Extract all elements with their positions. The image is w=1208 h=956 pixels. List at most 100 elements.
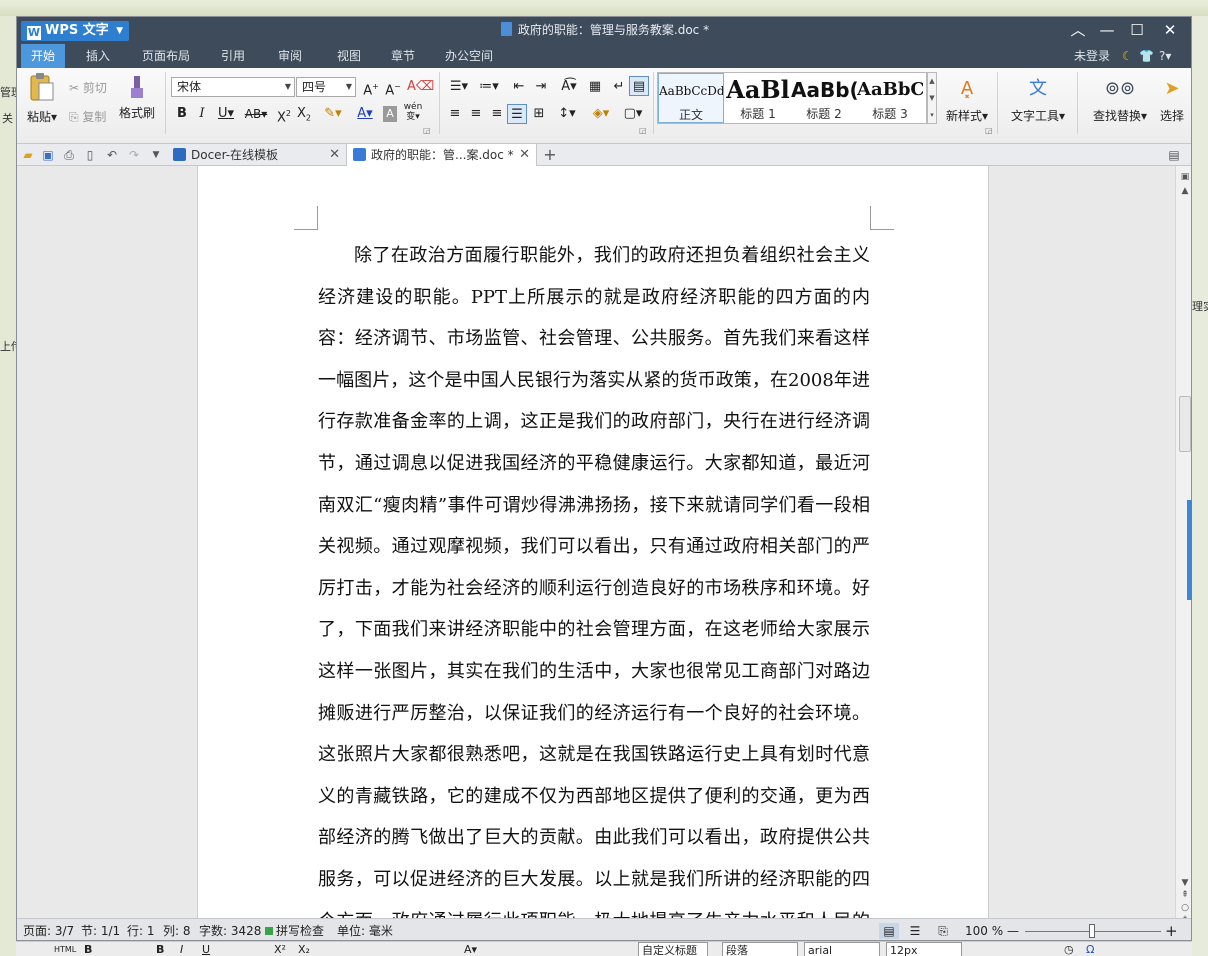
- select-button[interactable]: ➤ 选择: [1157, 74, 1187, 124]
- scroll-down-icon[interactable]: ▼: [1180, 878, 1190, 888]
- spell-check-toggle[interactable]: 拼写检查: [265, 923, 324, 939]
- justify-icon[interactable]: ☰: [507, 104, 527, 124]
- document-page[interactable]: 除了在政治方面履行职能外，我们的政府还担负着组织社会主义经济建设的职能。PPT上…: [197, 166, 989, 932]
- style-heading-3[interactable]: AaBbC 标题 3: [857, 73, 923, 123]
- font-name-select[interactable]: 宋体 ▼: [171, 77, 295, 97]
- show-marks-icon[interactable]: ▤: [629, 76, 649, 96]
- align-right-icon[interactable]: ≡: [487, 104, 507, 124]
- login-status[interactable]: 未登录: [1074, 44, 1110, 68]
- zoom-out-icon[interactable]: —: [1007, 923, 1019, 939]
- page-view-icon[interactable]: ▤: [879, 923, 899, 939]
- tab-home[interactable]: 开始: [21, 44, 66, 68]
- underline-icon[interactable]: U: [202, 942, 210, 956]
- underline-icon[interactable]: U▾: [213, 104, 239, 124]
- split-view-icon[interactable]: ▣: [1180, 172, 1190, 182]
- cut-button[interactable]: ✂ 剪切: [69, 79, 107, 96]
- italic-icon[interactable]: I: [193, 104, 211, 124]
- text-tools-button[interactable]: 文 文字工具▾: [1007, 74, 1069, 124]
- highlight-icon[interactable]: ✎▾: [319, 104, 347, 124]
- collapse-ribbon-button[interactable]: ︿: [1063, 17, 1093, 44]
- line-spacing-icon[interactable]: ↕▾: [553, 104, 581, 124]
- open-folder-icon[interactable]: ▰: [21, 148, 35, 162]
- help-button[interactable]: ?▾: [1159, 44, 1171, 68]
- char-shading-icon[interactable]: A: [383, 106, 397, 122]
- scroll-up-icon[interactable]: ▲: [1180, 186, 1190, 196]
- redo-icon[interactable]: ↷: [127, 148, 141, 162]
- size-select[interactable]: 12px: [886, 942, 962, 956]
- tab-office-space[interactable]: 办公空间: [435, 44, 503, 68]
- close-tab-icon[interactable]: ✕: [519, 144, 530, 166]
- scrollbar-thumb[interactable]: [1179, 396, 1191, 452]
- close-button[interactable]: ✕: [1155, 17, 1185, 44]
- side-panel-handle[interactable]: [1187, 500, 1192, 600]
- style-normal[interactable]: AaBbCcDd 正文: [658, 73, 724, 123]
- subscript-icon[interactable]: X₂: [298, 942, 310, 956]
- tab-references[interactable]: 引用: [211, 44, 255, 68]
- paragraph-select[interactable]: 段落: [722, 942, 798, 956]
- omega-icon[interactable]: Ω: [1086, 942, 1094, 956]
- align-left-icon[interactable]: ≡: [445, 104, 465, 124]
- prev-page-icon[interactable]: ⇞: [1180, 890, 1190, 900]
- increase-indent-icon[interactable]: ⇥: [531, 77, 551, 97]
- clear-format-icon[interactable]: A⌫: [407, 77, 434, 97]
- paste-button[interactable]: 粘贴▾: [23, 72, 61, 125]
- web-view-icon[interactable]: ⎘: [933, 923, 953, 939]
- tab-review[interactable]: 审阅: [268, 44, 312, 68]
- minimize-button[interactable]: —: [1092, 17, 1122, 44]
- status-unit[interactable]: 单位: 毫米: [337, 923, 393, 939]
- tab-insert[interactable]: 插入: [76, 44, 120, 68]
- wps-app-menu-button[interactable]: W WPS 文字 ▼: [21, 21, 129, 41]
- styles-scroll-icon[interactable]: ▲ ▼ ▾: [927, 72, 937, 124]
- zoom-in-icon[interactable]: +: [1165, 923, 1178, 939]
- strikethrough-icon[interactable]: AB▾: [241, 104, 271, 124]
- decrease-indent-icon[interactable]: ⇤: [509, 77, 529, 97]
- moon-icon[interactable]: ☾: [1122, 44, 1133, 68]
- distribute-icon[interactable]: ⊞: [529, 104, 549, 124]
- font-color-icon[interactable]: A▾: [351, 104, 379, 124]
- italic-icon[interactable]: I: [180, 942, 183, 956]
- status-word-count[interactable]: 字数: 3428: [199, 923, 261, 939]
- align-center-icon[interactable]: ≡: [466, 104, 486, 124]
- paragraph-mark-icon[interactable]: ↵: [609, 77, 629, 97]
- find-replace-button[interactable]: ⊚⊚ 查找替换▾: [1087, 74, 1153, 124]
- customize-qat-icon[interactable]: ▼: [149, 148, 163, 162]
- tab-view[interactable]: 视图: [327, 44, 371, 68]
- subscript-icon[interactable]: X2: [295, 104, 313, 124]
- style-heading-1[interactable]: AaBl 标题 1: [725, 73, 791, 123]
- zoom-slider-handle[interactable]: [1089, 924, 1095, 938]
- print-icon[interactable]: ⎙: [62, 148, 76, 162]
- clock-icon[interactable]: ◷: [1064, 942, 1074, 956]
- font-dialog-launcher-icon[interactable]: ◲: [423, 126, 431, 135]
- table-grid-icon[interactable]: ▦: [585, 77, 605, 97]
- numbered-list-icon[interactable]: ≔▾: [475, 77, 503, 97]
- save-icon[interactable]: ▣: [41, 148, 55, 162]
- bold-icon[interactable]: B: [84, 942, 92, 956]
- bold-icon[interactable]: B: [156, 942, 164, 956]
- skin-icon[interactable]: 👕: [1139, 44, 1154, 68]
- zoom-level[interactable]: 100 %: [965, 923, 1003, 939]
- tab-list-icon[interactable]: ▤: [1167, 148, 1181, 162]
- text-direction-icon[interactable]: A͡▾: [555, 77, 583, 97]
- styles-dialog-launcher-icon[interactable]: ◲: [985, 126, 993, 135]
- grow-font-icon[interactable]: A+: [361, 77, 381, 98]
- html-source-button[interactable]: HTML: [54, 942, 76, 956]
- style-heading-2[interactable]: AaBb( 标题 2: [791, 73, 857, 123]
- superscript-icon[interactable]: X2: [275, 104, 293, 125]
- tab-current-document[interactable]: 政府的职能：管...案.doc * ✕: [347, 144, 537, 166]
- select-browse-object-icon[interactable]: ○: [1180, 903, 1190, 913]
- shrink-font-icon[interactable]: A−: [383, 77, 403, 98]
- tab-chapter[interactable]: 章节: [381, 44, 425, 68]
- copy-button[interactable]: ⎘ 复制: [69, 108, 106, 125]
- superscript-icon[interactable]: X²: [274, 942, 286, 956]
- new-tab-icon[interactable]: +: [543, 147, 557, 163]
- format-painter-button[interactable]: 格式刷: [117, 74, 157, 121]
- shading-icon[interactable]: ◈▾: [587, 104, 615, 124]
- font-select[interactable]: arial: [804, 942, 880, 956]
- close-tab-icon[interactable]: ✕: [329, 144, 340, 166]
- maximize-button[interactable]: ☐: [1122, 17, 1152, 44]
- paragraph-dialog-launcher-icon[interactable]: ◲: [639, 126, 647, 135]
- heading-select[interactable]: 自定义标题: [638, 942, 708, 956]
- undo-icon[interactable]: ↶: [105, 148, 119, 162]
- print-preview-icon[interactable]: ▯: [83, 148, 97, 162]
- new-style-button[interactable]: A͓ 新样式▾: [941, 74, 993, 124]
